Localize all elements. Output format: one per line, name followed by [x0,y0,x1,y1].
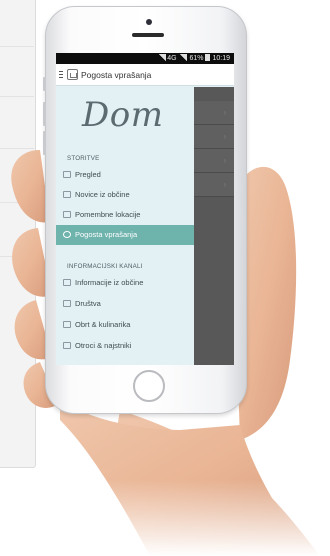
nav-item-drustva[interactable]: Društva [56,294,194,314]
nav-item-label: Pogosta vprašanja [75,230,138,239]
scene: 4G 61% 10:19 Pogosta vprašanja › › › › D… [0,0,330,556]
list-item[interactable]: › [194,149,234,173]
nav-item-pregled[interactable]: Pregled [56,165,194,185]
nav-item-label: Otroci & najstniki [75,341,132,350]
nav-item-label: Obrt & kulinarika [75,320,131,329]
phone-screen: 4G 61% 10:19 Pogosta vprašanja › › › › D… [56,53,234,365]
nav-item-label: Novice iz občine [75,190,130,199]
home-app-icon[interactable] [67,69,78,80]
nav-item-novice[interactable]: Novice iz občine [56,185,194,205]
children-icon [63,342,71,349]
camera-icon [146,19,152,25]
signal-icon [159,54,167,61]
nav-item-label: Pomembne lokacije [75,210,141,219]
list-item[interactable]: › [194,125,234,149]
hamburger-menu-icon[interactable] [59,71,63,79]
signal-strength-icon [179,54,187,61]
nav-item-otroci[interactable]: Otroci & najstniki [56,336,194,356]
list-item[interactable]: › [194,173,234,197]
nav-item-label: Informacije iz občine [75,278,144,287]
phone-frame: 4G 61% 10:19 Pogosta vprašanja › › › › D… [43,6,247,414]
cutlery-icon [63,321,71,328]
group-icon [63,300,71,307]
chevron-right-icon: › [223,108,226,117]
battery-label: 61% [189,55,204,62]
nav-item-obrt[interactable]: Obrt & kulinarika [56,315,194,335]
list-item[interactable]: › [194,101,234,125]
chevron-right-icon: › [223,156,226,165]
nav-item-label: Društva [75,299,101,308]
status-bar: 4G 61% 10:19 [56,53,234,64]
section-storitve: STORITVE [67,155,100,162]
app-bar-title: Pogosta vprašanja [81,70,152,80]
navigation-drawer: Dom STORITVE Pregled Novice iz občine Po… [56,87,194,365]
content-overlay[interactable]: › › › › [194,87,234,365]
section-informacijski-kanali: INFORMACIJSKI KANALI [67,263,143,270]
home-icon [63,171,71,178]
nav-item-lokacije[interactable]: Pomembne lokacije [56,205,194,225]
chevron-right-icon: › [223,180,226,189]
app-bar: Pogosta vprašanja [56,64,234,86]
chevron-right-icon: › [223,132,226,141]
home-button[interactable] [133,370,165,402]
app-logo: Dom [82,95,164,135]
question-icon [63,231,71,238]
network-label: 4G [167,55,177,62]
battery-icon [205,54,211,61]
speaker-grille [132,33,164,37]
nav-item-label: Pregled [75,170,101,179]
map-icon [63,211,71,218]
building-icon [63,279,71,286]
clock: 10:19 [212,55,230,62]
nav-item-vprasanja[interactable]: Pogosta vprašanja [56,225,194,245]
nav-item-informacije[interactable]: Informacije iz občine [56,273,194,293]
news-icon [63,191,71,198]
